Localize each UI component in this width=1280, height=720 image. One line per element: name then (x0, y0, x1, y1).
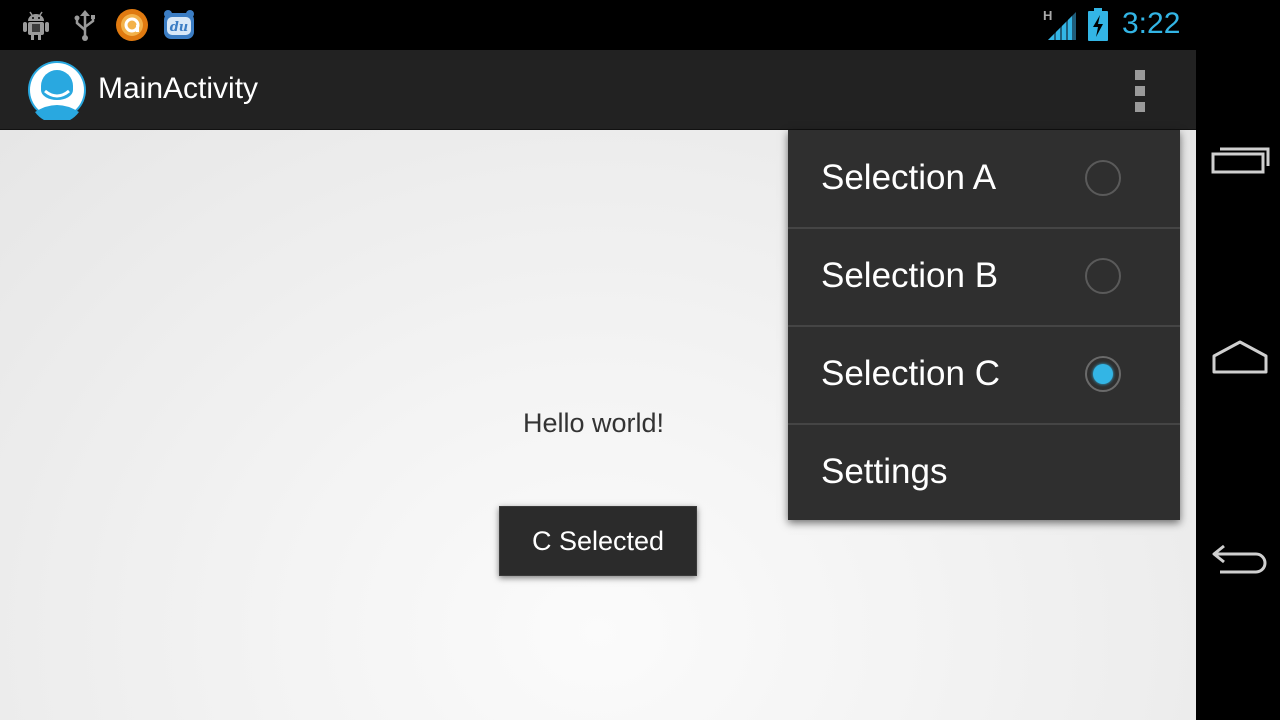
overflow-menu-icon[interactable] (1120, 68, 1160, 114)
action-bar: MainActivity (0, 50, 1196, 130)
hello-text: Hello world! (523, 408, 665, 438)
back-button[interactable] (1196, 520, 1280, 600)
home-icon (1212, 340, 1268, 374)
orange-app-icon (116, 9, 148, 41)
home-button[interactable] (1196, 320, 1280, 400)
menu-item-label: Selection A (821, 158, 997, 197)
navigation-bar (1196, 0, 1280, 720)
radio-unchecked-icon[interactable] (1085, 160, 1121, 196)
radio-unchecked-icon[interactable] (1085, 258, 1121, 294)
signal-icon (1048, 12, 1076, 40)
status-time: 3:22 (1122, 7, 1181, 40)
app-avatar-icon[interactable] (27, 60, 87, 120)
menu-item-settings[interactable]: Settings (788, 424, 1180, 522)
toast: C Selected (499, 506, 697, 576)
radio-checked-icon[interactable] (1085, 356, 1121, 392)
overflow-popup-menu: Selection A Selection B Selection C Sett… (788, 130, 1180, 520)
battery-charging-icon (1088, 8, 1108, 41)
svg-text:du: du (170, 20, 189, 35)
page-title: MainActivity (98, 72, 259, 105)
recent-apps-icon (1211, 147, 1270, 174)
menu-item-selection-b[interactable]: Selection B (788, 228, 1180, 326)
status-bar: du H 3:22 (0, 0, 1196, 50)
android-debug-icon (23, 11, 49, 40)
recent-apps-button[interactable] (1196, 120, 1280, 200)
menu-item-label: Selection B (821, 256, 999, 295)
du-app-icon: du (164, 10, 194, 39)
menu-item-label: Selection C (821, 354, 1000, 393)
menu-item-selection-a[interactable]: Selection A (788, 130, 1180, 228)
menu-item-label: Settings (821, 452, 948, 491)
back-icon (1212, 544, 1267, 574)
menu-item-selection-c[interactable]: Selection C (788, 326, 1180, 424)
toast-text: C Selected (531, 526, 665, 556)
usb-icon (74, 10, 95, 41)
